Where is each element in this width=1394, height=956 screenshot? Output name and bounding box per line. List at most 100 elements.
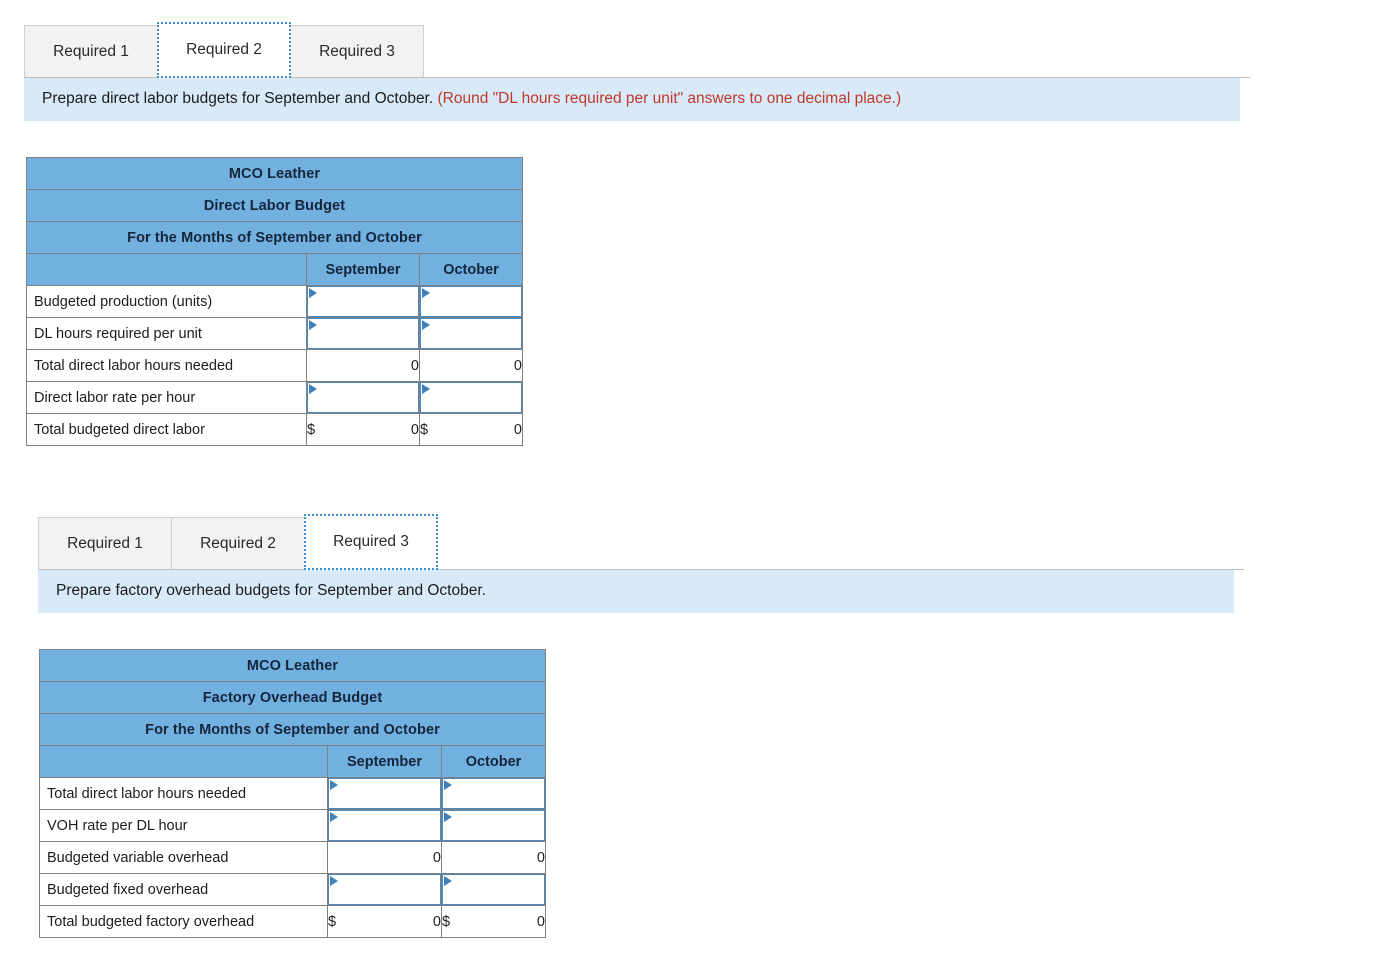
table-title-row: Direct Labor Budget (26, 189, 523, 222)
total-value: 0 (536, 913, 545, 930)
row-label: Total direct labor hours needed (39, 777, 328, 810)
input-cell-budgeted-production-september[interactable] (306, 285, 420, 318)
required-3-panel: Required 1 Required 2 Required 3 Prepare… (38, 512, 1244, 613)
dropdown-triangle-icon (422, 288, 430, 298)
tab-label: Required 3 (319, 42, 395, 60)
row-label: Direct labor rate per hour (26, 381, 307, 414)
input-cell-fixed-overhead-october[interactable] (441, 873, 546, 906)
instruction-bar-1: Prepare direct labor budgets for Septemb… (24, 78, 1240, 121)
table-total-row: Total budgeted direct labor $ 0 $ 0 (26, 413, 523, 446)
table-title-row: For the Months of September and October (26, 221, 523, 254)
budget-period: For the Months of September and October (26, 221, 523, 254)
text-input[interactable] (420, 286, 522, 317)
input-cell-total-dl-hours-october[interactable] (441, 777, 546, 810)
text-input[interactable] (420, 382, 522, 413)
factory-overhead-budget-table: MCO Leather Factory Overhead Budget For … (39, 649, 546, 938)
currency-symbol: $ (442, 913, 451, 930)
input-cell-direct-labor-rate-september[interactable] (306, 381, 420, 414)
column-header-october: October (419, 253, 523, 286)
tab-strip-1: Required 1 Required 2 Required 3 (24, 20, 1250, 78)
currency-symbol: $ (328, 913, 337, 930)
dropdown-triangle-icon (444, 812, 452, 822)
computed-cell-variable-overhead-october: 0 (441, 841, 546, 874)
tab-label: Required 1 (53, 42, 129, 60)
text-input[interactable] (328, 874, 441, 905)
tab-required-1[interactable]: Required 1 (24, 25, 158, 77)
text-input[interactable] (420, 318, 522, 349)
budget-name: Factory Overhead Budget (39, 681, 546, 714)
company-name: MCO Leather (39, 649, 546, 682)
text-input[interactable] (442, 874, 545, 905)
total-value: 0 (410, 421, 419, 438)
text-input[interactable] (307, 382, 419, 413)
row-label: Budgeted fixed overhead (39, 873, 328, 906)
table-title-row: Factory Overhead Budget (39, 681, 546, 714)
table-total-row: Total budgeted factory overhead $ 0 $ 0 (39, 905, 546, 938)
text-input[interactable] (307, 318, 419, 349)
total-cell-september: $ 0 (306, 413, 420, 446)
table-row: Budgeted fixed overhead (39, 873, 546, 906)
computed-cell-total-dl-hours-october: 0 (419, 349, 523, 382)
text-input[interactable] (328, 778, 441, 809)
table-column-header-row: September October (39, 745, 546, 778)
direct-labor-budget-table: MCO Leather Direct Labor Budget For the … (26, 157, 523, 446)
instruction-text: Prepare direct labor budgets for Septemb… (42, 90, 434, 107)
currency-symbol: $ (420, 421, 429, 438)
input-cell-voh-rate-october[interactable] (441, 809, 546, 842)
dropdown-triangle-icon (444, 780, 452, 790)
dropdown-triangle-icon (309, 384, 317, 394)
input-cell-budgeted-production-october[interactable] (419, 285, 523, 318)
table-row: Direct labor rate per hour (26, 381, 523, 414)
tab-required-2[interactable]: Required 2 (171, 517, 305, 569)
currency-symbol: $ (307, 421, 316, 438)
table-title-row: For the Months of September and October (39, 713, 546, 746)
table-column-header-row: September October (26, 253, 523, 286)
company-name: MCO Leather (26, 157, 523, 190)
row-label: Total budgeted factory overhead (39, 905, 328, 938)
dropdown-triangle-icon (422, 384, 430, 394)
input-cell-dl-hours-per-unit-october[interactable] (419, 317, 523, 350)
input-cell-direct-labor-rate-october[interactable] (419, 381, 523, 414)
budget-period: For the Months of September and October (39, 713, 546, 746)
total-value: 0 (432, 913, 441, 930)
tab-required-3[interactable]: Required 3 (290, 25, 424, 77)
computed-cell-variable-overhead-september: 0 (327, 841, 442, 874)
dropdown-triangle-icon (444, 876, 452, 886)
table-title-row: MCO Leather (39, 649, 546, 682)
text-input[interactable] (328, 810, 441, 841)
table-row: VOH rate per DL hour (39, 809, 546, 842)
text-input[interactable] (442, 810, 545, 841)
total-value: 0 (513, 421, 522, 438)
budget-name: Direct Labor Budget (26, 189, 523, 222)
dropdown-triangle-icon (309, 288, 317, 298)
input-cell-dl-hours-per-unit-september[interactable] (306, 317, 420, 350)
row-label: Total direct labor hours needed (26, 349, 307, 382)
dropdown-triangle-icon (422, 320, 430, 330)
input-cell-fixed-overhead-september[interactable] (327, 873, 442, 906)
tab-label: Required 2 (200, 534, 276, 552)
total-cell-october: $ 0 (441, 905, 546, 938)
column-header-october: October (441, 745, 546, 778)
dropdown-triangle-icon (330, 780, 338, 790)
input-cell-voh-rate-september[interactable] (327, 809, 442, 842)
corner-cell (39, 745, 328, 778)
table-row: Budgeted variable overhead 0 0 (39, 841, 546, 874)
input-cell-total-dl-hours-september[interactable] (327, 777, 442, 810)
row-label: Budgeted production (units) (26, 285, 307, 318)
instruction-note: (Round "DL hours required per unit" answ… (437, 90, 902, 107)
text-input[interactable] (442, 778, 545, 809)
instruction-text: Prepare factory overhead budgets for Sep… (56, 582, 486, 599)
table-row: Total direct labor hours needed 0 0 (26, 349, 523, 382)
tab-required-2[interactable]: Required 2 (157, 22, 291, 78)
table-row: Total direct labor hours needed (39, 777, 546, 810)
computed-cell-total-dl-hours-september: 0 (306, 349, 420, 382)
text-input[interactable] (307, 286, 419, 317)
tab-required-3[interactable]: Required 3 (304, 514, 438, 570)
column-header-september: September (327, 745, 442, 778)
total-cell-september: $ 0 (327, 905, 442, 938)
row-label: Budgeted variable overhead (39, 841, 328, 874)
tab-label: Required 1 (67, 534, 143, 552)
tab-required-1[interactable]: Required 1 (38, 517, 172, 569)
required-2-panel: Required 1 Required 2 Required 3 Prepare… (24, 20, 1250, 121)
row-label: DL hours required per unit (26, 317, 307, 350)
